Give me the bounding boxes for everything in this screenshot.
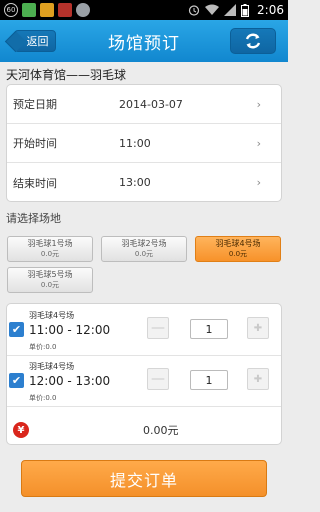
court-button-2[interactable]: 羽毛球2号场 0.0元: [101, 236, 187, 262]
decrease-button[interactable]: —: [147, 317, 169, 339]
booking-time: 11:00 - 12:00: [29, 323, 111, 337]
minus-icon: —: [151, 320, 165, 336]
total-price: 0.00元: [143, 424, 179, 437]
court-name: 羽毛球2号场: [121, 239, 167, 248]
booking-list: ✔ 羽毛球4号场 11:00 - 12:00 单价:0.0 — 1 ✚ ✔ 羽毛…: [6, 303, 282, 445]
page-title: 场馆预订: [108, 33, 180, 54]
refresh-icon: [245, 33, 261, 49]
end-time-label: 结束时间: [13, 176, 57, 190]
booking-date-form: 预定日期 2014-03-07 › 开始时间 11:00 › 结束时间 13:0…: [6, 84, 282, 202]
back-button[interactable]: 返回: [14, 30, 56, 52]
court-button-5[interactable]: 羽毛球5号场 0.0元: [7, 267, 93, 293]
title-bar: 返回 场馆预订: [0, 20, 288, 62]
court-section-label: 请选择场地: [6, 212, 61, 225]
chevron-right-icon: ›: [256, 97, 261, 111]
checkmark-icon: ✔: [11, 323, 22, 336]
minus-icon: —: [151, 371, 165, 387]
booking-unit-price: 单价:0.0: [29, 394, 57, 402]
court-price: 0.0元: [40, 250, 60, 258]
booking-court-name: 羽毛球4号场: [29, 362, 75, 371]
signal-icon: [224, 4, 237, 16]
court-name: 羽毛球4号场: [215, 239, 261, 248]
start-time-row[interactable]: 开始时间 11:00 ›: [7, 124, 281, 163]
chevron-right-icon: ›: [256, 176, 261, 189]
court-button-1[interactable]: 羽毛球1号场 0.0元: [7, 236, 93, 262]
yen-icon: ¥: [13, 422, 29, 438]
booking-checkbox[interactable]: ✔: [9, 373, 24, 388]
wifi-icon: [205, 4, 220, 15]
court-price: 0.0元: [40, 281, 60, 289]
battery-icon: [241, 3, 250, 17]
decrease-button[interactable]: —: [147, 368, 169, 390]
date-label: 预定日期: [13, 98, 57, 111]
back-button-label: 返回: [26, 35, 49, 48]
alarm-icon: [188, 5, 200, 16]
end-time-row[interactable]: 结束时间 13:00 ›: [7, 163, 281, 202]
clock: 2:06: [257, 3, 284, 17]
court-price: 0.0元: [228, 250, 248, 258]
booking-time: 12:00 - 13:00: [29, 374, 111, 388]
booking-court-name: 羽毛球4号场: [29, 311, 75, 320]
status-bar: 60 2:06: [0, 0, 288, 20]
venue-name: 天河体育馆——羽毛球: [6, 68, 127, 82]
court-name: 羽毛球1号场: [27, 239, 73, 248]
quantity-field[interactable]: 1: [190, 319, 228, 339]
submit-order-button[interactable]: 提交订单: [21, 460, 267, 497]
booking-checkbox[interactable]: ✔: [9, 322, 24, 337]
list-item: ✔ 羽毛球4号场 11:00 - 12:00 单价:0.0 — 1 ✚: [7, 306, 281, 356]
date-row[interactable]: 预定日期 2014-03-07 ›: [7, 85, 281, 124]
court-price: 0.0元: [134, 250, 154, 258]
increase-button[interactable]: ✚: [247, 368, 269, 390]
start-time-label: 开始时间: [13, 137, 57, 150]
notification-badge-icon: 60: [4, 3, 18, 17]
plus-icon: ✚: [253, 373, 263, 385]
plus-icon: ✚: [253, 322, 263, 334]
court-button-4[interactable]: 羽毛球4号场 0.0元: [195, 236, 281, 262]
app-icon: [76, 3, 90, 17]
app-icon: [58, 3, 72, 17]
booking-unit-price: 单价:0.0: [29, 343, 57, 351]
list-item: ✔ 羽毛球4号场 12:00 - 13:00 单价:0.0 — 1 ✚: [7, 357, 281, 407]
increase-button[interactable]: ✚: [247, 317, 269, 339]
court-name: 羽毛球5号场: [27, 270, 73, 279]
app-icon: [22, 3, 36, 17]
app-icon: [40, 3, 54, 17]
refresh-button[interactable]: [230, 28, 276, 54]
quantity-field[interactable]: 1: [190, 370, 228, 390]
chevron-right-icon: ›: [256, 136, 261, 150]
checkmark-icon: ✔: [11, 374, 22, 387]
